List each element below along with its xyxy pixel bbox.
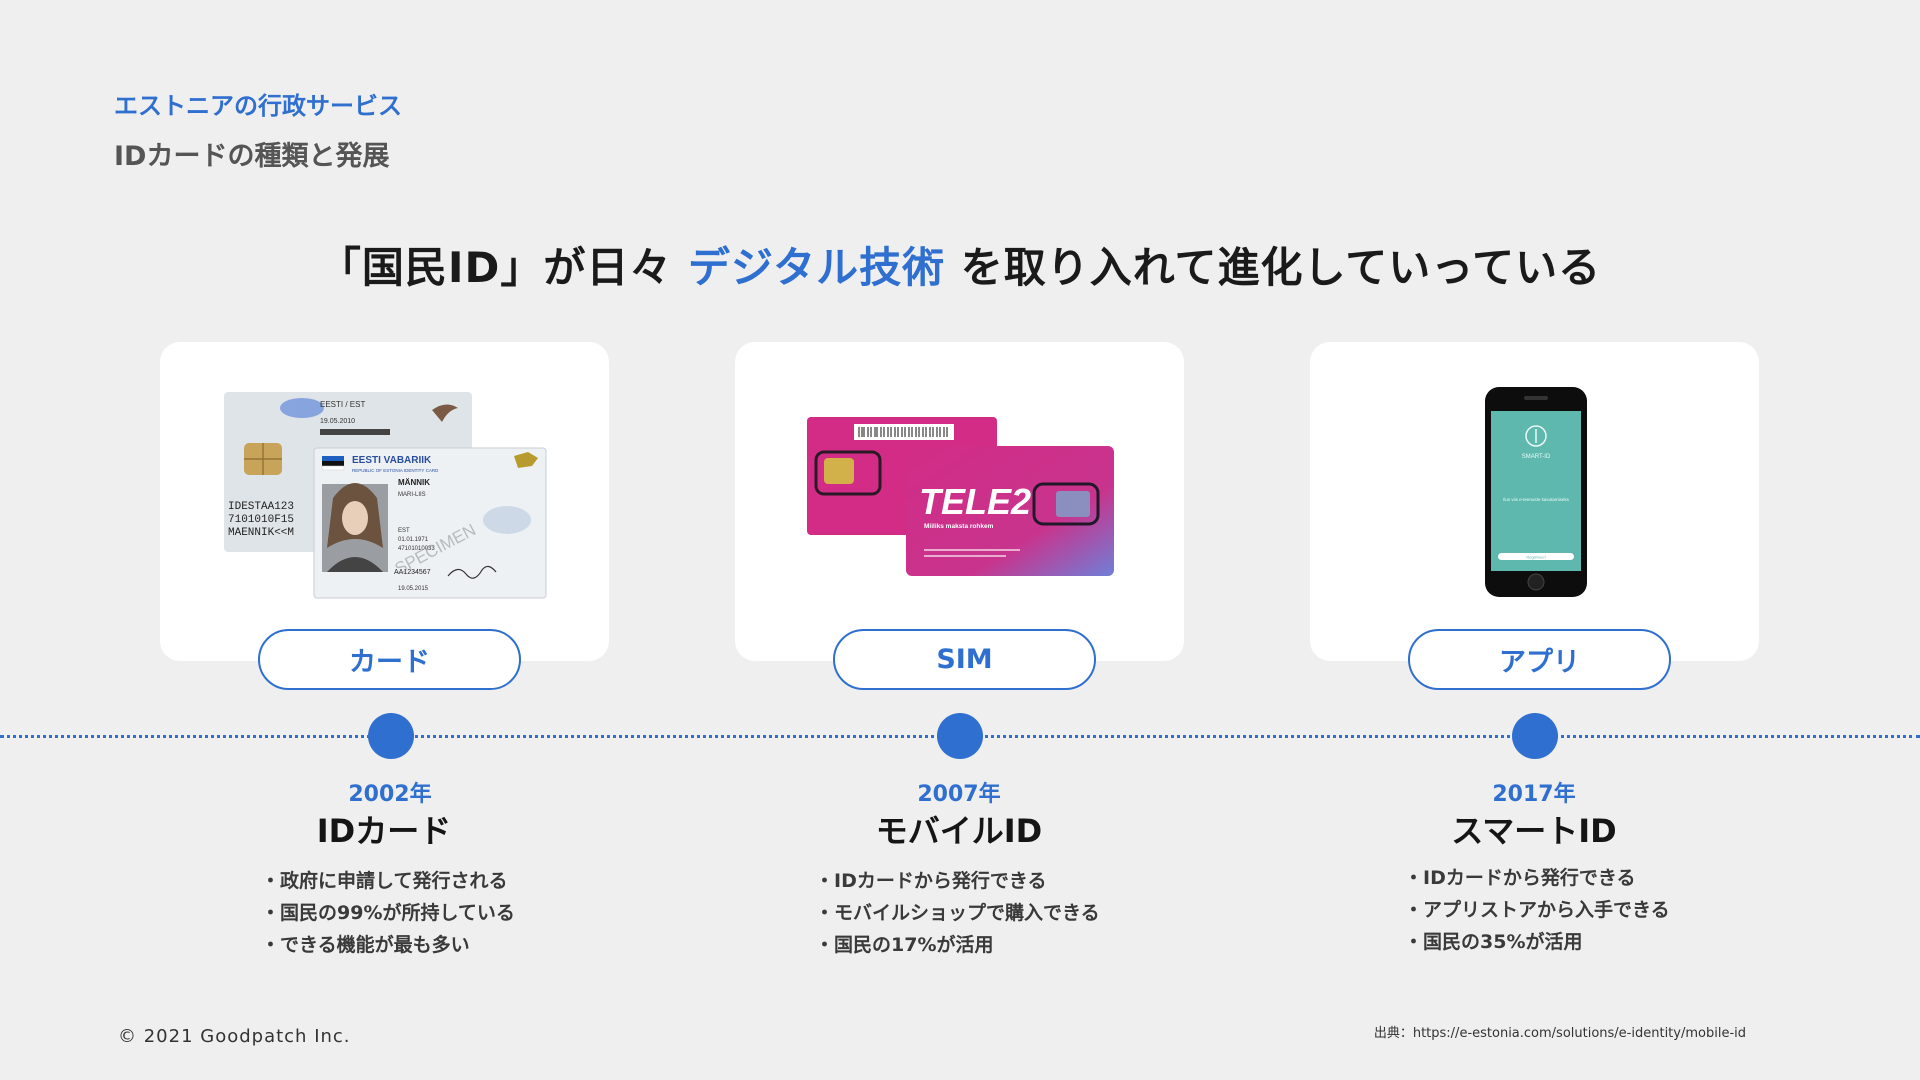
card-expiry: 19.05.2015 xyxy=(398,586,429,592)
timeline-dot-2017 xyxy=(1512,713,1558,759)
headline-after: を取り入れて進化していっている xyxy=(945,243,1602,292)
bullet-item: アプリストアから入手できる xyxy=(1404,894,1670,926)
bullets-smart-id: IDカードから発行できる アプリストアから入手できる 国民の35%が活用 xyxy=(1404,862,1670,958)
bullet-item: モバイルショップで購入できる xyxy=(815,897,1100,929)
headline-before: 「国民ID」が日々 xyxy=(318,243,688,292)
bullet-item: IDカードから発行できる xyxy=(815,865,1100,897)
sim-brand-text: TELE2 xyxy=(919,481,1031,522)
tele2-sim-card-image: TELE2 Miiliks maksta rohkem xyxy=(807,417,1114,576)
headline: 「国民ID」が日々 デジタル技術 を取り入れて進化していっている xyxy=(0,234,1920,295)
phone-register-button: Registreeri xyxy=(1526,555,1545,560)
title-smart-id: スマートID xyxy=(1451,812,1617,850)
card-dob: 01.01.1971 xyxy=(398,537,429,543)
bullet-item: 政府に申請して発行される xyxy=(261,865,515,897)
slide-subtitle: IDカードの種類と発展 xyxy=(114,141,390,172)
card-mrz-line-2: 7101010F15 xyxy=(228,514,294,526)
source-citation: 出典：https://e-estonia.com/solutions/e-ide… xyxy=(1373,1026,1746,1041)
bullets-id-card: 政府に申請して発行される 国民の99%が所持している できる機能が最も多い xyxy=(261,865,515,961)
year-2002: 2002年 xyxy=(348,782,432,807)
bullet-item: できる機能が最も多い xyxy=(261,929,515,961)
bullet-item: 国民の17%が活用 xyxy=(815,929,1100,961)
year-2017: 2017年 xyxy=(1492,782,1576,807)
bullets-mobile-id: IDカードから発行できる モバイルショップで購入できる 国民の17%が活用 xyxy=(815,865,1100,961)
card-back-date: 19.05.2010 xyxy=(320,418,355,425)
timeline-dot-2002 xyxy=(368,713,414,759)
card-mrz-line-3: MAENNIK<<M xyxy=(228,527,294,539)
label-card: カード xyxy=(258,629,521,690)
sim-tagline: Miiliks maksta rohkem xyxy=(924,523,994,530)
label-sim: SIM xyxy=(833,629,1096,690)
card-front-header: EESTI VABARIIK xyxy=(352,455,432,466)
card-front-sub: REPUBLIC OF ESTONIA IDENTITY CARD xyxy=(352,468,439,473)
estonian-id-card-image: EESTI / EST 19.05.2010 IDESTAA123 710101… xyxy=(224,392,547,599)
timeline-dot-2007 xyxy=(937,713,983,759)
bullet-item: 国民の99%が所持している xyxy=(261,897,515,929)
headline-highlight: デジタル技術 xyxy=(687,243,946,292)
card-back-header: EESTI / EST xyxy=(320,400,365,409)
year-2007: 2007年 xyxy=(917,782,1001,807)
card-surname: MÄNNIK xyxy=(398,478,430,487)
title-mobile-id: モバイルID xyxy=(875,812,1043,850)
card-given-name: MARI-LIIS xyxy=(398,492,426,498)
phone-app-name: SMART-ID xyxy=(1522,454,1551,460)
title-id-card: IDカード xyxy=(316,812,452,850)
card-mrz-line-1: IDESTAA123 xyxy=(228,501,294,513)
smart-id-phone-image: SMART-ID Ilus viis e-teenuste kasutamise… xyxy=(1485,387,1587,597)
copyright: © 2021 Goodpatch Inc. xyxy=(118,1026,351,1047)
label-app: アプリ xyxy=(1408,629,1671,690)
phone-app-text: Ilus viis e-teenuste kasutamiseks xyxy=(1503,497,1570,502)
bullet-item: IDカードから発行できる xyxy=(1404,862,1670,894)
card-nationality: EST xyxy=(398,528,410,534)
section-title: エストニアの行政サービス xyxy=(114,92,402,120)
bullet-item: 国民の35%が活用 xyxy=(1404,926,1670,958)
